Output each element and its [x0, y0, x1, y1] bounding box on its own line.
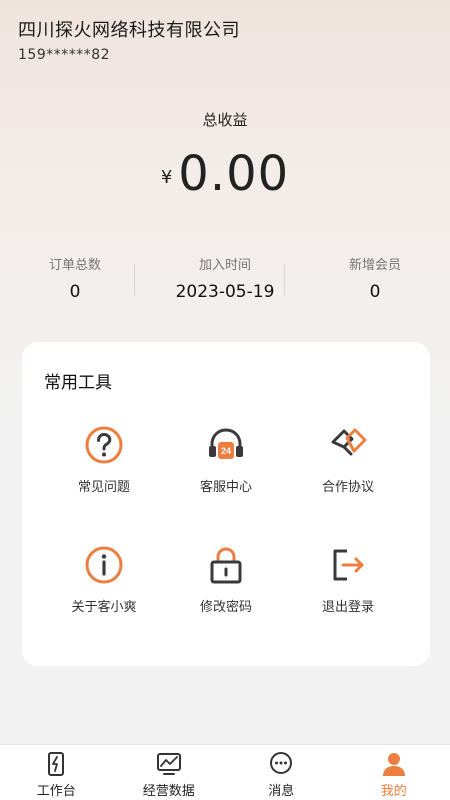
stat-order-count: 订单总数 0	[0, 254, 150, 302]
tools-title: 常用工具	[44, 373, 112, 393]
currency-symbol: ¥	[160, 167, 173, 188]
tool-label: 关于客小爽	[71, 600, 137, 615]
stats-row: 订单总数 0 加入时间 2023-05-19 新增会员 0	[0, 254, 450, 302]
stat-join-date: 加入时间 2023-05-19	[134, 254, 300, 302]
workbench-icon	[48, 752, 65, 776]
earnings-amount: 0.00	[178, 146, 290, 202]
headset-icon: 24	[209, 428, 243, 459]
tab-business-data[interactable]: 经营数据	[113, 745, 226, 800]
stat-value: 2023-05-19	[175, 282, 275, 302]
tab-messages[interactable]: 消息	[225, 745, 338, 800]
stat-label: 新增会员	[348, 258, 401, 273]
tool-customer-service[interactable]: 24 客服中心	[166, 424, 286, 495]
lock-icon	[210, 547, 242, 584]
tool-label: 退出登录	[321, 600, 374, 615]
stat-label: 订单总数	[48, 258, 101, 273]
tab-workbench[interactable]: 工作台	[0, 745, 113, 800]
tool-about[interactable]: 关于客小爽	[44, 544, 164, 615]
handshake-icon	[331, 428, 367, 456]
bottom-tabbar: 工作台 经营数据 消息 我的	[0, 744, 450, 800]
tool-label: 常见问题	[77, 480, 130, 495]
message-icon	[270, 752, 293, 774]
tab-label: 我的	[380, 784, 407, 799]
tool-agreement[interactable]: 合作协议	[288, 424, 408, 495]
stat-new-members: 新增会员 0	[284, 254, 450, 302]
stat-value: 0	[369, 282, 381, 302]
question-icon	[85, 426, 123, 464]
company-name: 四川探火网络科技有限公司	[18, 20, 240, 41]
tab-label: 工作台	[36, 784, 76, 799]
tab-label: 经营数据	[142, 784, 195, 799]
tool-label: 合作协议	[321, 480, 374, 495]
tool-label: 客服中心	[199, 480, 252, 495]
tab-label: 消息	[268, 784, 295, 799]
tool-logout[interactable]: 退出登录	[288, 544, 408, 615]
tool-label: 修改密码	[199, 600, 252, 615]
logout-icon	[333, 549, 364, 581]
tool-change-password[interactable]: 修改密码	[166, 544, 286, 615]
phone-number: 159******82	[18, 47, 111, 63]
tools-card: 常用工具 常见问题 24 客服中心 合作协议 关于客小爽 修改密码 退出登录	[22, 342, 430, 666]
chart-icon	[156, 753, 181, 775]
tab-mine[interactable]: 我的	[338, 745, 450, 800]
info-icon	[85, 546, 123, 584]
stat-label: 加入时间	[198, 258, 251, 273]
earnings-display: ¥ 0.00	[0, 150, 450, 198]
svg-text:24: 24	[221, 446, 231, 456]
user-icon	[382, 753, 405, 776]
tool-faq[interactable]: 常见问题	[44, 424, 164, 495]
earnings-label: 总收益	[202, 111, 248, 129]
stat-value: 0	[69, 282, 81, 302]
